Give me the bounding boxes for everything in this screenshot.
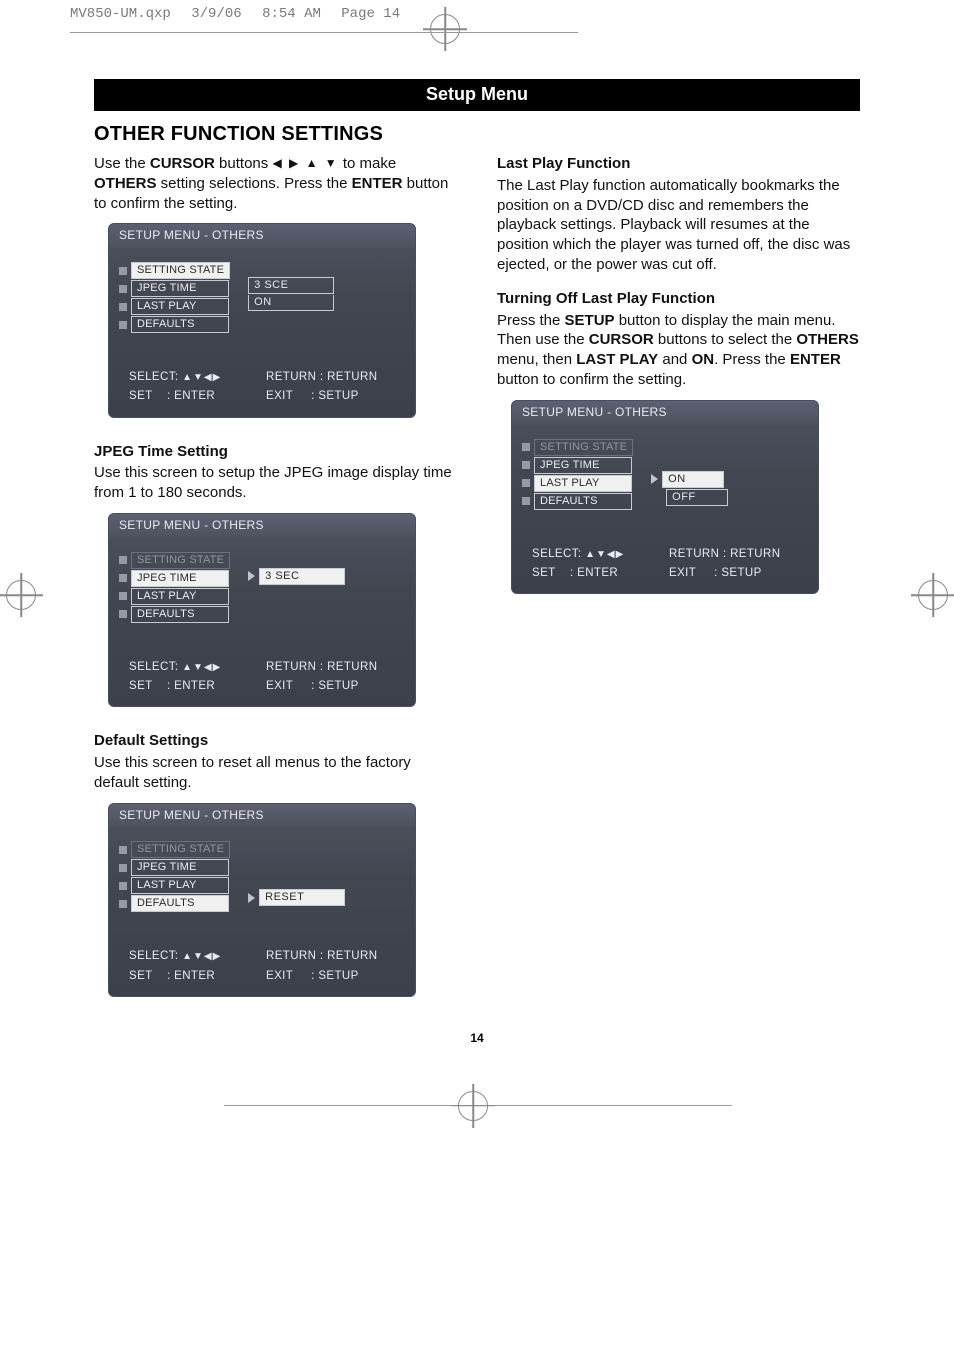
defaults-body: Use this screen to reset all menus to th… bbox=[94, 753, 457, 793]
osd-item-defaults: DEFAULTS bbox=[534, 493, 632, 510]
cursor-arrows-icon: ◀ ▶ ▲ ▼ bbox=[272, 156, 338, 170]
osd-item-setting-state: SETTING STATE bbox=[131, 841, 230, 858]
left-column: Use the CURSOR buttons ◀ ▶ ▲ ▼ to make O… bbox=[94, 154, 457, 1001]
menu-bullet-icon bbox=[522, 443, 530, 451]
print-page-label: Page 14 bbox=[341, 6, 400, 22]
menu-bullet-icon bbox=[119, 882, 127, 890]
osd-item-jpeg-time: JPEG TIME bbox=[131, 859, 229, 876]
heading-jpeg-time: JPEG Time Setting bbox=[94, 442, 457, 462]
osd-footer-return: RETURN : RETURN bbox=[669, 547, 806, 562]
osd-item-setting-state: SETTING STATE bbox=[131, 262, 230, 279]
menu-bullet-icon bbox=[119, 556, 127, 564]
osd-title: SETUP MENU - OTHERS bbox=[512, 401, 818, 425]
print-file-name: MV850-UM.qxp bbox=[70, 6, 171, 22]
crop-line-bottom bbox=[224, 1105, 732, 1106]
menu-bullet-icon bbox=[119, 900, 127, 908]
turnoff-body: Press the SETUP button to display the ma… bbox=[497, 311, 860, 390]
menu-bullet-icon bbox=[119, 574, 127, 582]
lastplay-body: The Last Play function automatically boo… bbox=[497, 176, 860, 275]
nav-arrows-icon: ▲▼◀▶ bbox=[182, 662, 221, 673]
section-title: OTHER FUNCTION SETTINGS bbox=[94, 123, 860, 146]
osd-value-jpeg: 3 SCE bbox=[248, 277, 334, 294]
selection-arrow-icon bbox=[248, 571, 255, 581]
osd-item-last-play: LAST PLAY bbox=[131, 588, 229, 605]
menu-bullet-icon bbox=[119, 592, 127, 600]
osd-footer-return: RETURN : RETURN bbox=[266, 370, 403, 385]
osd-item-defaults: DEFAULTS bbox=[131, 895, 229, 912]
osd-item-setting-state: SETTING STATE bbox=[131, 552, 230, 569]
menu-bullet-icon bbox=[119, 303, 127, 311]
jpeg-body: Use this screen to setup the JPEG image … bbox=[94, 463, 457, 503]
osd-footer-set: SET : ENTER bbox=[532, 566, 669, 581]
osd-item-last-play: LAST PLAY bbox=[534, 475, 632, 492]
nav-arrows-icon: ▲▼◀▶ bbox=[585, 549, 624, 560]
crop-line-top bbox=[70, 32, 578, 33]
right-column: Last Play Function The Last Play functio… bbox=[497, 154, 860, 1001]
osd-value-jpeg-sec: 3 SEC bbox=[259, 568, 345, 585]
osd-item-jpeg-time: JPEG TIME bbox=[131, 280, 229, 297]
osd-value-lastplay: ON bbox=[248, 295, 334, 311]
osd-title: SETUP MENU - OTHERS bbox=[109, 224, 415, 248]
menu-bullet-icon bbox=[119, 285, 127, 293]
registration-mark-icon bbox=[918, 580, 948, 610]
osd-value-off: OFF bbox=[666, 489, 728, 506]
registration-mark-icon bbox=[458, 1091, 488, 1121]
selection-arrow-icon bbox=[248, 893, 255, 903]
osd-item-last-play: LAST PLAY bbox=[131, 298, 229, 315]
osd-footer-select: SELECT: ▲▼◀▶ bbox=[129, 370, 266, 385]
osd-footer-exit: EXIT : SETUP bbox=[266, 679, 403, 694]
osd-footer-return: RETURN : RETURN bbox=[266, 949, 403, 964]
osd-footer-set: SET : ENTER bbox=[129, 969, 266, 984]
osd-setup-others-jpegtime: SETUP MENU - OTHERS SETTING STATE JPEG T… bbox=[108, 513, 416, 707]
osd-value-on: ON bbox=[662, 471, 724, 488]
registration-mark-icon bbox=[430, 14, 460, 44]
osd-item-defaults: DEFAULTS bbox=[131, 316, 229, 333]
osd-footer-exit: EXIT : SETUP bbox=[266, 969, 403, 984]
osd-item-last-play: LAST PLAY bbox=[131, 877, 229, 894]
osd-setup-others-lastplay: SETUP MENU - OTHERS SETTING STATE JPEG T… bbox=[511, 400, 819, 594]
menu-bullet-icon bbox=[522, 479, 530, 487]
menu-bullet-icon bbox=[119, 267, 127, 275]
osd-setup-others-settingstate: SETUP MENU - OTHERS SETTING STATE JPEG T… bbox=[108, 223, 416, 417]
osd-footer-exit: EXIT : SETUP bbox=[669, 566, 806, 581]
nav-arrows-icon: ▲▼◀▶ bbox=[182, 372, 221, 383]
osd-title: SETUP MENU - OTHERS bbox=[109, 804, 415, 828]
osd-footer-exit: EXIT : SETUP bbox=[266, 389, 403, 404]
page-number: 14 bbox=[94, 1031, 860, 1045]
osd-title: SETUP MENU - OTHERS bbox=[109, 514, 415, 538]
osd-footer-set: SET : ENTER bbox=[129, 389, 266, 404]
osd-value-reset: RESET bbox=[259, 889, 345, 906]
heading-defaults: Default Settings bbox=[94, 731, 457, 751]
print-job-header: MV850-UM.qxp 3/9/06 8:54 AM Page 14 bbox=[0, 0, 954, 22]
selection-arrow-icon bbox=[651, 474, 658, 484]
heading-last-play: Last Play Function bbox=[497, 154, 860, 174]
osd-item-setting-state: SETTING STATE bbox=[534, 439, 633, 456]
osd-footer-set: SET : ENTER bbox=[129, 679, 266, 694]
nav-arrows-icon: ▲▼◀▶ bbox=[182, 951, 221, 962]
menu-bullet-icon bbox=[522, 497, 530, 505]
osd-footer-select: SELECT: ▲▼◀▶ bbox=[129, 660, 266, 675]
menu-bullet-icon bbox=[119, 321, 127, 329]
intro-paragraph: Use the CURSOR buttons ◀ ▶ ▲ ▼ to make O… bbox=[94, 154, 457, 213]
osd-item-defaults: DEFAULTS bbox=[131, 606, 229, 623]
menu-bullet-icon bbox=[119, 864, 127, 872]
page-banner: Setup Menu bbox=[94, 79, 860, 111]
print-date: 3/9/06 bbox=[191, 6, 241, 22]
osd-footer-select: SELECT: ▲▼◀▶ bbox=[129, 949, 266, 964]
osd-setup-others-defaults: SETUP MENU - OTHERS SETTING STATE JPEG T… bbox=[108, 803, 416, 997]
menu-bullet-icon bbox=[119, 610, 127, 618]
osd-footer-return: RETURN : RETURN bbox=[266, 660, 403, 675]
heading-turn-off-lastplay: Turning Off Last Play Function bbox=[497, 289, 860, 309]
menu-bullet-icon bbox=[119, 846, 127, 854]
print-time: 8:54 AM bbox=[262, 6, 321, 22]
osd-item-jpeg-time: JPEG TIME bbox=[534, 457, 632, 474]
osd-item-jpeg-time: JPEG TIME bbox=[131, 570, 229, 587]
osd-footer-select: SELECT: ▲▼◀▶ bbox=[532, 547, 669, 562]
registration-mark-icon bbox=[6, 580, 36, 610]
menu-bullet-icon bbox=[522, 461, 530, 469]
